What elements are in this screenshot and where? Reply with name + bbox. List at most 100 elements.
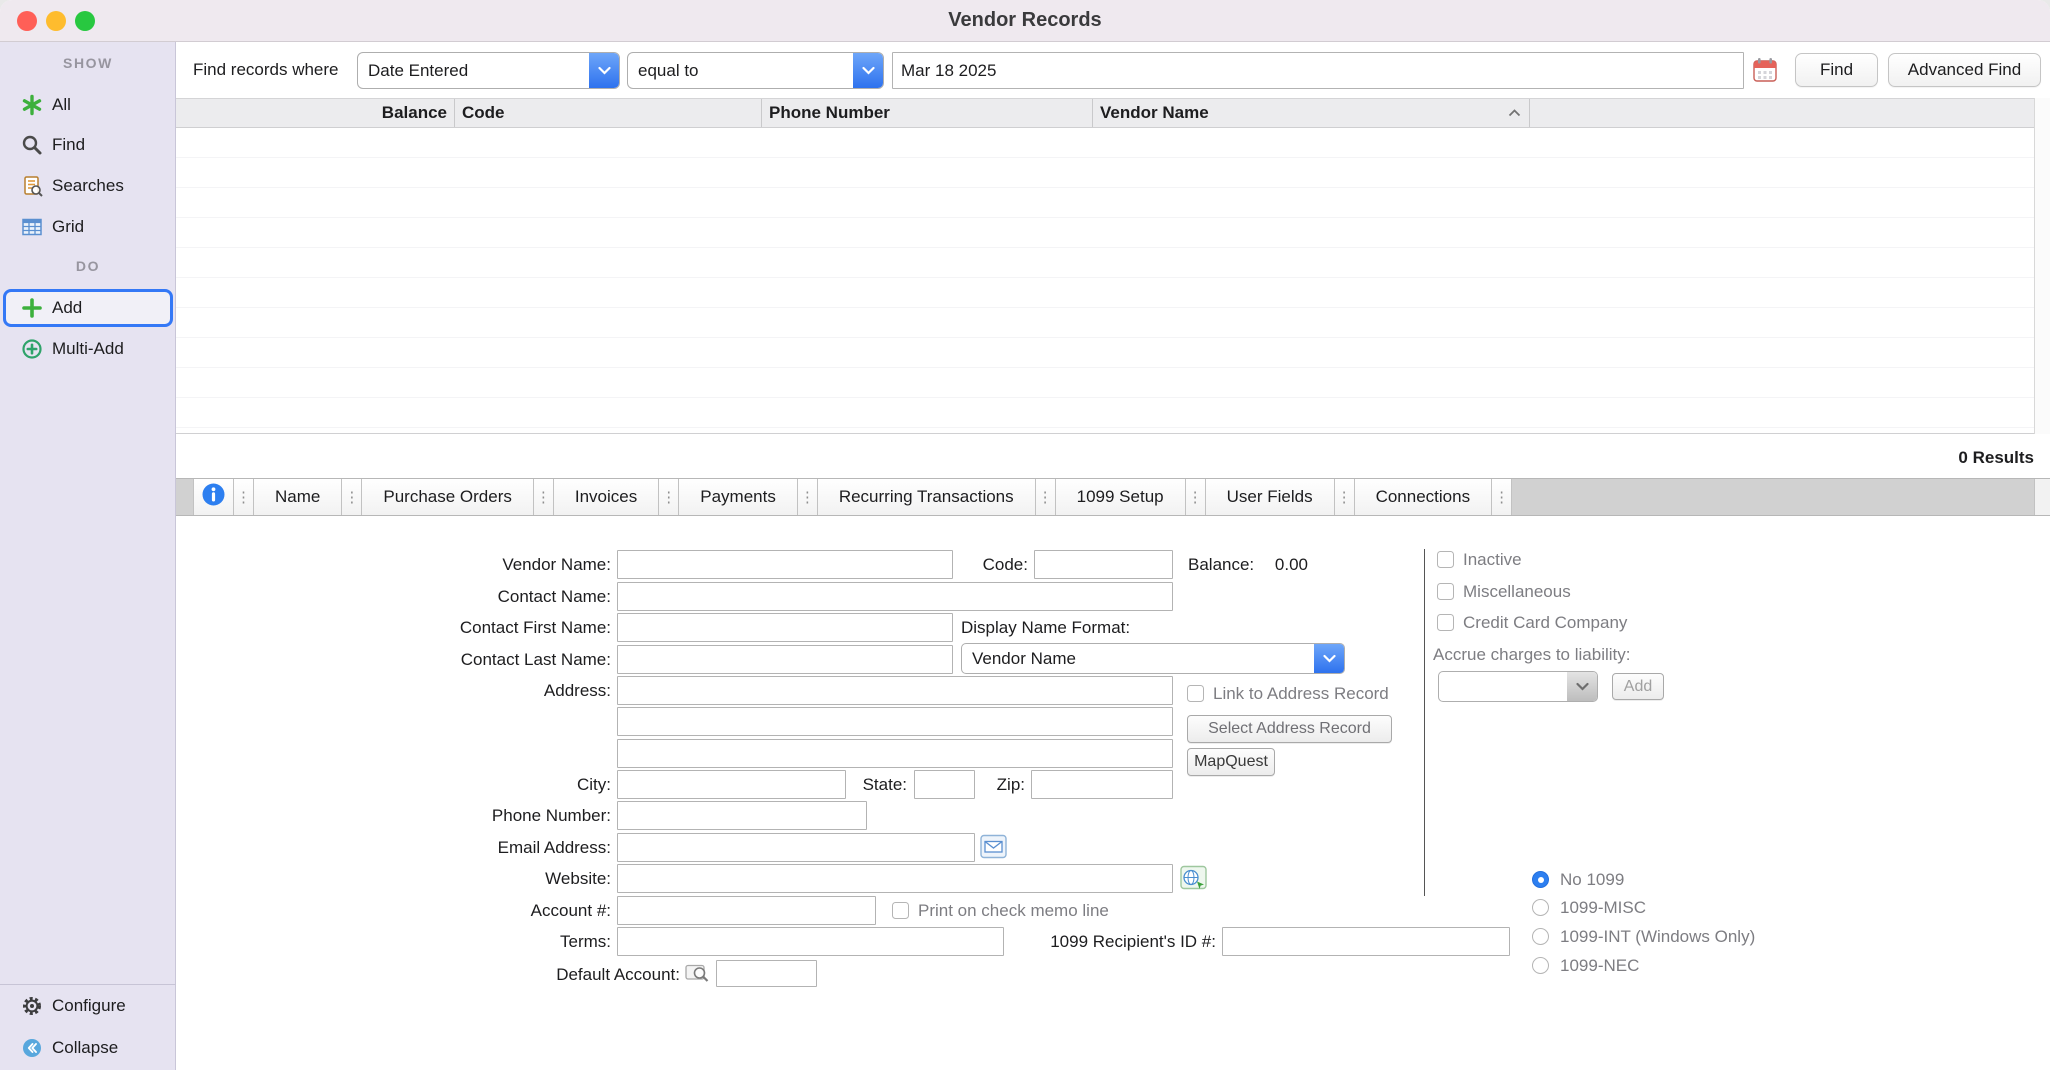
column-header-balance[interactable]: Balance [176,99,455,127]
tab-recurring-transactions[interactable]: Recurring Transactions [818,479,1036,515]
website-input[interactable] [617,864,1173,893]
email-address-label: Email Address: [311,838,611,858]
zip-label: Zip: [981,775,1025,795]
sidebar-item-add[interactable]: Add [3,289,173,327]
address-label: Address: [311,681,611,701]
asterisk-icon [20,93,44,117]
info-icon [201,482,226,512]
sidebar-item-configure[interactable]: Configure [0,986,176,1026]
email-address-input[interactable] [617,833,975,862]
print-memo-checkbox[interactable] [892,902,909,919]
tab-drag-handle[interactable] [798,479,818,515]
results-table-body[interactable] [176,128,2034,434]
accrue-liability-dropdown[interactable] [1438,671,1598,702]
link-address-record-checkbox[interactable] [1187,685,1204,702]
sidebar-item-label: Multi-Add [52,339,124,359]
column-header-vendor-name[interactable]: Vendor Name [1093,99,1530,127]
sidebar-item-find[interactable]: Find [0,125,176,165]
find-value-input[interactable] [892,52,1744,89]
tab-connections[interactable]: Connections [1355,479,1493,515]
tab-payments[interactable]: Payments [679,479,798,515]
column-header-code[interactable]: Code [455,99,762,127]
1099-nec-radio[interactable] [1532,957,1549,974]
tab-drag-handle[interactable] [534,479,554,515]
find-field-dropdown[interactable]: Date Entered [357,52,620,89]
account-lookup-icon[interactable] [685,962,710,985]
display-name-format-label: Display Name Format: [961,618,1130,638]
tab-name[interactable]: Name [254,479,342,515]
tab-label: Connections [1376,487,1471,507]
tab-drag-handle[interactable] [1186,479,1206,515]
no-1099-radio[interactable] [1532,871,1549,888]
tab-drag-handle[interactable] [1036,479,1056,515]
column-label: Code [462,103,505,123]
tab-drag-handle[interactable] [1335,479,1355,515]
website-label: Website: [311,869,611,889]
panel-divider [1424,549,1425,896]
contact-name-input[interactable] [617,582,1173,611]
chevron-down-icon [853,53,883,88]
accrue-add-button[interactable]: Add [1612,673,1664,700]
phone-number-label: Phone Number: [311,806,611,826]
sidebar-item-collapse[interactable]: Collapse [0,1028,176,1068]
default-account-label: Default Account: [380,965,680,985]
contact-last-name-input[interactable] [617,645,953,674]
advanced-find-button[interactable]: Advanced Find [1888,53,2041,87]
select-address-record-button[interactable]: Select Address Record [1187,715,1392,743]
city-input[interactable] [617,770,846,799]
sidebar-item-grid[interactable]: Grid [0,207,176,247]
email-icon[interactable] [980,834,1007,859]
tab-1099-setup[interactable]: 1099 Setup [1056,479,1186,515]
miscellaneous-checkbox[interactable] [1437,583,1454,600]
sidebar-item-all[interactable]: All [0,85,176,125]
sidebar-section-show: SHOW [0,55,176,71]
display-name-format-dropdown[interactable]: Vendor Name [961,643,1345,674]
tab-bar-right-strip [2034,479,2050,515]
sidebar-item-searches[interactable]: Searches [0,166,176,206]
state-input[interactable] [914,770,975,799]
mapquest-button[interactable]: MapQuest [1187,748,1275,776]
recipient-id-input[interactable] [1222,927,1510,956]
account-number-input[interactable] [617,896,876,925]
tab-drag-handle[interactable] [342,479,362,515]
default-account-input[interactable] [716,960,817,987]
tab-info[interactable] [194,479,234,515]
plus-icon [20,296,44,320]
tab-purchase-orders[interactable]: Purchase Orders [362,479,534,515]
address-input-1[interactable] [617,676,1173,705]
sidebar-item-multi-add[interactable]: Multi-Add [0,329,176,369]
credit-card-company-checkbox[interactable] [1437,614,1454,631]
phone-number-input[interactable] [617,801,867,830]
zip-input[interactable] [1031,770,1173,799]
chevron-down-icon [589,53,619,88]
sidebar-item-label: Add [52,298,82,318]
column-header-phone-number[interactable]: Phone Number [762,99,1093,127]
multi-add-icon [20,337,44,361]
contact-first-name-input[interactable] [617,613,953,642]
terms-label: Terms: [311,932,611,952]
find-operator-dropdown[interactable]: equal to [627,52,884,89]
tab-drag-handle[interactable] [234,479,254,515]
tab-drag-handle[interactable] [659,479,679,515]
tab-drag-handle[interactable] [1492,479,1512,515]
terms-input[interactable] [617,927,1004,956]
address-input-3[interactable] [617,739,1173,768]
sidebar-item-label: Configure [52,996,126,1016]
1099-int-radio[interactable] [1532,928,1549,945]
tab-user-fields[interactable]: User Fields [1206,479,1335,515]
find-field-value: Date Entered [358,61,589,81]
address-input-2[interactable] [617,707,1173,736]
recipient-id-label: 1099 Recipient's ID #: [966,932,1216,952]
find-button[interactable]: Find [1795,53,1878,87]
contact-last-name-label: Contact Last Name: [311,650,611,670]
1099-misc-radio[interactable] [1532,899,1549,916]
website-icon[interactable] [1180,865,1207,890]
inactive-checkbox[interactable] [1437,551,1454,568]
tab-invoices[interactable]: Invoices [554,479,659,515]
code-input[interactable] [1034,550,1173,579]
collapse-icon [20,1036,44,1060]
balance-value: 0.00 [1275,555,1308,574]
inactive-label: Inactive [1463,550,1522,570]
table-scrollbar[interactable] [2034,98,2050,434]
calendar-icon[interactable] [1752,57,1778,83]
